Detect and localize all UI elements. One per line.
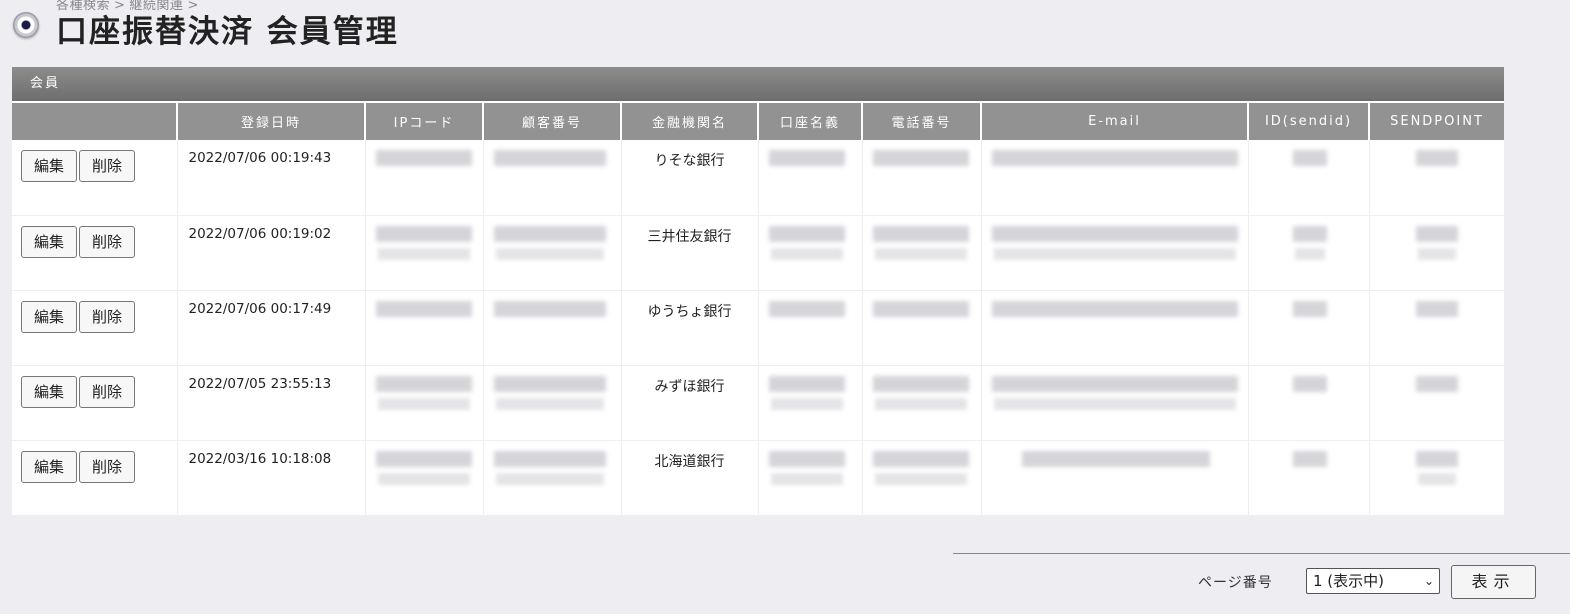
bank-name: りそな銀行 — [621, 140, 759, 216]
customer-no-redacted — [483, 365, 622, 441]
edit-button[interactable]: 編集 — [21, 300, 78, 333]
page-number-select[interactable]: 1 (表示中) ⌄ — [1306, 568, 1440, 594]
title-bullet-icon — [13, 12, 39, 38]
row-actions: 編集 削除 — [12, 140, 178, 216]
registered-date: 2022/03/16 10:18:08 — [177, 440, 366, 516]
edit-button[interactable]: 編集 — [21, 150, 78, 182]
phone-redacted — [862, 140, 982, 216]
account-name-redacted — [758, 140, 863, 216]
chevron-down-icon: ⌄ — [1423, 574, 1434, 588]
column-header-sendpoint: SENDPOINT — [1369, 101, 1504, 140]
edit-button[interactable]: 編集 — [21, 450, 78, 483]
show-button[interactable]: 表示 — [1451, 565, 1536, 599]
table-row: 編集 削除 2022/07/05 23:55:13 みずほ銀行 — [12, 365, 1504, 441]
bank-name: みずほ銀行 — [621, 365, 759, 441]
phone-redacted — [862, 365, 982, 441]
column-header-account-name: 口座名義 — [758, 101, 863, 140]
delete-button[interactable]: 削除 — [79, 225, 136, 258]
row-actions: 編集 削除 — [12, 365, 178, 441]
column-header-actions — [12, 101, 178, 140]
edit-button[interactable]: 編集 — [21, 225, 78, 258]
column-header-email: E-mail — [981, 101, 1249, 140]
sendid-redacted — [1248, 140, 1370, 216]
row-actions: 編集 削除 — [12, 215, 178, 291]
email-redacted — [981, 215, 1249, 291]
account-name-redacted — [758, 365, 863, 441]
delete-button[interactable]: 削除 — [79, 300, 136, 333]
email-redacted — [981, 440, 1249, 516]
sendpoint-redacted — [1369, 290, 1504, 366]
edit-button[interactable]: 編集 — [21, 375, 78, 408]
ip-code-redacted — [365, 290, 484, 366]
phone-redacted — [862, 440, 982, 516]
sendpoint-redacted — [1369, 365, 1504, 441]
email-redacted — [981, 140, 1249, 216]
column-header-sendid: ID(sendid) — [1248, 101, 1370, 140]
bank-name: ゆうちょ銀行 — [621, 290, 759, 366]
sendid-redacted — [1248, 440, 1370, 516]
sendpoint-redacted — [1369, 440, 1504, 516]
member-management-page: 各種検索 > 継続関連 > 口座振替決済 会員管理 会員 登録日時 IPコード 顧客番… — [0, 0, 1570, 614]
members-table: 登録日時 IPコード 顧客番号 金融機関名 口座名義 電話番号 E-mail I… — [12, 101, 1504, 516]
customer-no-redacted — [483, 215, 622, 291]
customer-no-redacted — [483, 140, 622, 216]
bank-name: 北海道銀行 — [621, 440, 759, 516]
row-actions: 編集 削除 — [12, 290, 178, 366]
delete-button[interactable]: 削除 — [79, 375, 136, 408]
sendid-redacted — [1248, 215, 1370, 291]
registered-date: 2022/07/06 00:19:02 — [177, 215, 366, 291]
sendpoint-redacted — [1369, 140, 1504, 216]
registered-date: 2022/07/05 23:55:13 — [177, 365, 366, 441]
ip-code-redacted — [365, 140, 484, 216]
pager-divider — [953, 553, 1570, 554]
column-header-date: 登録日時 — [177, 101, 366, 140]
ip-code-redacted — [365, 440, 484, 516]
column-header-bank: 金融機関名 — [621, 101, 759, 140]
customer-no-redacted — [483, 290, 622, 366]
sendid-redacted — [1248, 290, 1370, 366]
page-number-selected: 1 (表示中) — [1313, 572, 1385, 590]
table-row: 編集 削除 2022/07/06 00:17:49 ゆうちょ銀行 — [12, 290, 1504, 366]
section-header: 会員 — [12, 67, 1504, 101]
registered-date: 2022/07/06 00:17:49 — [177, 290, 366, 366]
email-redacted — [981, 365, 1249, 441]
sendid-redacted — [1248, 365, 1370, 441]
row-actions: 編集 削除 — [12, 440, 178, 516]
phone-redacted — [862, 215, 982, 291]
account-name-redacted — [758, 440, 863, 516]
email-redacted — [981, 290, 1249, 366]
delete-button[interactable]: 削除 — [79, 150, 136, 182]
column-header-ip-code: IPコード — [365, 101, 484, 140]
page-title: 口座振替決済 会員管理 — [56, 14, 399, 50]
members-panel: 会員 登録日時 IPコード 顧客番号 金融機関名 口座名義 電話番号 E-mai… — [12, 67, 1504, 516]
column-header-phone: 電話番号 — [862, 101, 982, 140]
table-header-row: 登録日時 IPコード 顧客番号 金融機関名 口座名義 電話番号 E-mail I… — [12, 101, 1504, 140]
account-name-redacted — [758, 290, 863, 366]
table-row: 編集 削除 2022/07/06 00:19:02 三井住友銀行 — [12, 215, 1504, 291]
bank-name: 三井住友銀行 — [621, 215, 759, 291]
ip-code-redacted — [365, 215, 484, 291]
column-header-customer-no: 顧客番号 — [483, 101, 622, 140]
customer-no-redacted — [483, 440, 622, 516]
phone-redacted — [862, 290, 982, 366]
registered-date: 2022/07/06 00:19:43 — [177, 140, 366, 216]
ip-code-redacted — [365, 365, 484, 441]
sendpoint-redacted — [1369, 215, 1504, 291]
delete-button[interactable]: 削除 — [79, 450, 136, 483]
account-name-redacted — [758, 215, 863, 291]
page-number-label: ページ番号 — [1198, 575, 1273, 591]
table-row: 編集 削除 2022/03/16 10:18:08 北海道銀行 — [12, 440, 1504, 516]
table-row: 編集 削除 2022/07/06 00:19:43 りそな銀行 — [12, 140, 1504, 216]
